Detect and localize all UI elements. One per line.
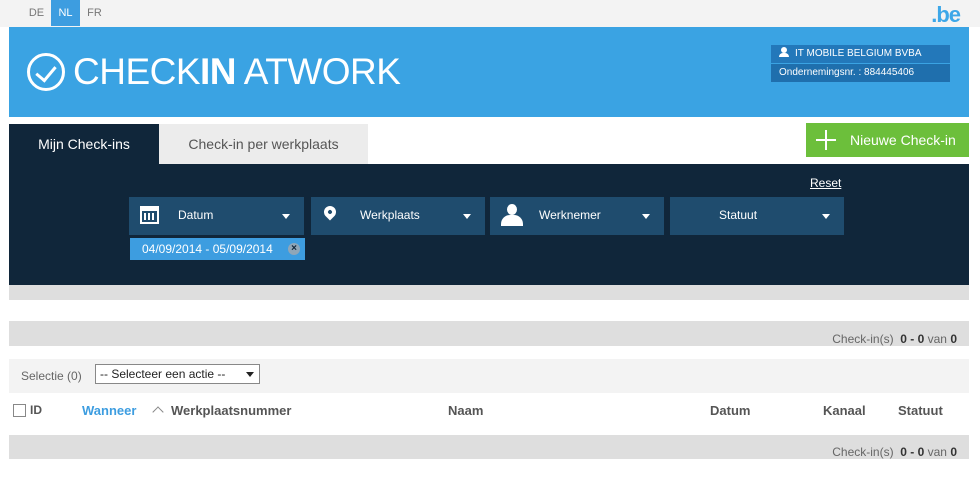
chevron-down-icon (463, 214, 471, 219)
lang-nl[interactable]: NL (51, 0, 80, 26)
selection-count: Selectie (0) (21, 369, 82, 383)
language-bar: DE NL FR .be (0, 0, 980, 27)
user-icon (779, 47, 789, 57)
new-checkin-button[interactable]: Nieuwe Check-in (806, 123, 969, 157)
company-number: Ondernemingsnr. : 884445406 (771, 64, 950, 82)
active-date-filter-chip: 04/09/2014 - 05/09/2014 × (130, 238, 305, 260)
column-naam[interactable]: Naam (448, 403, 483, 418)
column-datum[interactable]: Datum (710, 403, 750, 418)
filter-statuut-label: Statuut (719, 208, 758, 222)
column-werkplaatsnummer[interactable]: Werkplaatsnummer (171, 403, 291, 418)
tab-check-in-per-werkplaats[interactable]: Check-in per werkplaats (159, 124, 368, 164)
lang-fr[interactable]: FR (80, 0, 109, 26)
select-all-checkbox[interactable] (13, 404, 26, 417)
brand-name: CHECKIN ATWORK (73, 51, 401, 92)
chevron-down-icon (246, 372, 254, 377)
action-select-value: -- Selecteer een actie -- (100, 367, 226, 381)
close-icon[interactable]: × (288, 243, 300, 255)
checkin-count-top: Check-in(s) 0 - 0 van 0 (832, 332, 957, 346)
chevron-down-icon (642, 214, 650, 219)
app-header: CHECKIN ATWORK IT MOBILE BELGIUM BVBA On… (9, 27, 969, 117)
brand-logo[interactable]: CHECKIN ATWORK (27, 51, 401, 92)
filter-werknemer-label: Werknemer (539, 208, 601, 222)
chevron-down-icon (822, 214, 830, 219)
company-info: IT MOBILE BELGIUM BVBA Ondernemingsnr. :… (771, 45, 950, 83)
action-select[interactable]: -- Selecteer een actie -- (95, 364, 260, 384)
pagination-bar-top: Check-in(s) 0 - 0 van 0 (9, 321, 969, 346)
filter-werknemer[interactable]: Werknemer (490, 197, 664, 235)
lang-de[interactable]: DE (22, 0, 51, 26)
pagination-bar-bottom: Check-in(s) 0 - 0 van 0 (9, 435, 969, 459)
new-checkin-label: Nieuwe Check-in (850, 132, 956, 148)
selection-row: Selectie (0) -- Selecteer een actie -- (9, 359, 969, 393)
be-logo[interactable]: .be (931, 2, 961, 28)
column-kanaal[interactable]: Kanaal (823, 403, 866, 418)
company-name: IT MOBILE BELGIUM BVBA (795, 48, 922, 59)
checkmark-circle-icon (27, 53, 65, 91)
sort-ascending-icon[interactable] (152, 406, 164, 414)
divider-band (9, 285, 969, 300)
column-wanneer[interactable]: Wanneer (82, 403, 136, 418)
filter-werkplaats[interactable]: Werkplaats (311, 197, 485, 235)
company-name-row: IT MOBILE BELGIUM BVBA (771, 45, 950, 63)
reset-link[interactable]: Reset (810, 176, 841, 190)
chevron-down-icon (282, 214, 290, 219)
column-id[interactable]: ID (30, 403, 42, 417)
location-pin-icon (321, 203, 339, 221)
filter-werkplaats-label: Werkplaats (360, 208, 420, 222)
filter-statuut[interactable]: Statuut (670, 197, 844, 235)
checkin-count-bottom: Check-in(s) 0 - 0 van 0 (832, 445, 957, 459)
person-icon (500, 204, 524, 228)
column-statuut[interactable]: Statuut (898, 403, 943, 418)
calendar-icon (140, 206, 159, 224)
filter-datum-label: Datum (178, 208, 214, 222)
plus-icon (816, 130, 836, 150)
filter-datum[interactable]: Datum (129, 197, 304, 235)
tab-mijn-check-ins[interactable]: Mijn Check-ins (9, 124, 159, 164)
chip-label: 04/09/2014 - 05/09/2014 (142, 242, 273, 256)
filter-panel: Reset Datum Werkplaats Werknemer Statuut… (9, 164, 969, 285)
